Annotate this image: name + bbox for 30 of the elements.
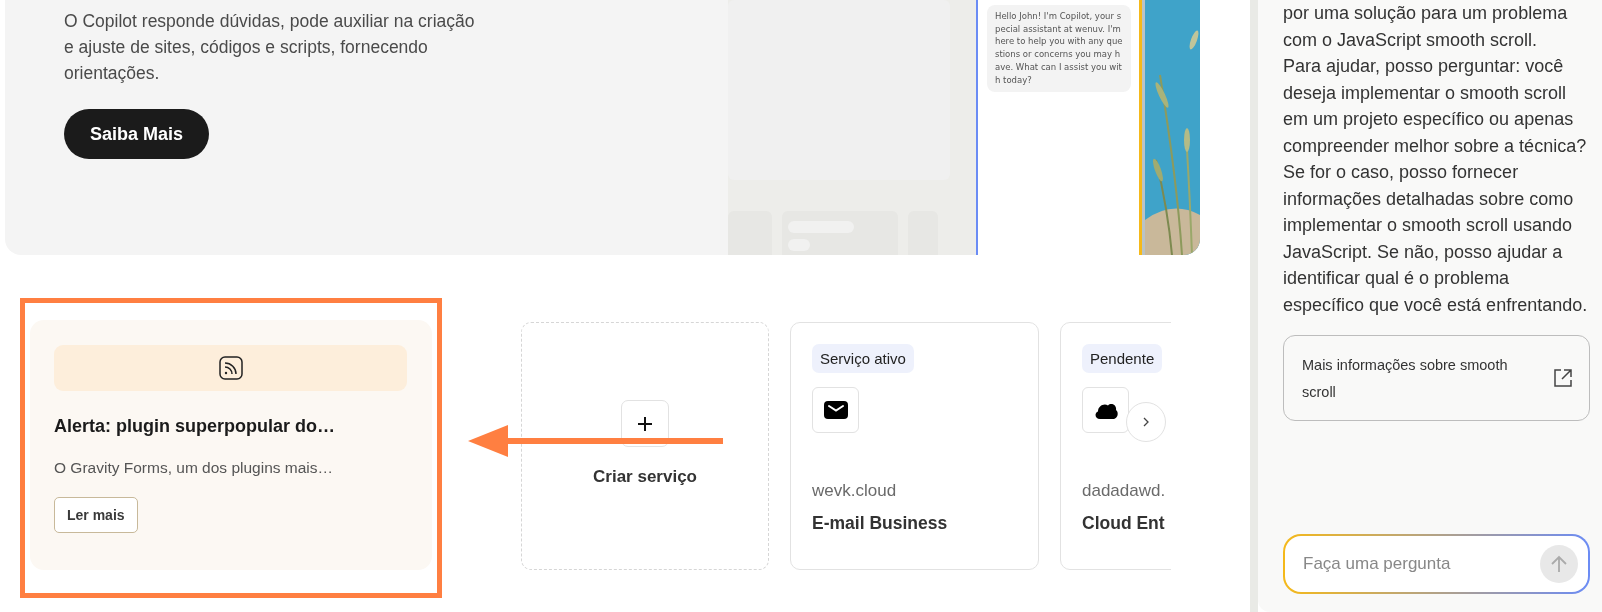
arrow-up-icon xyxy=(1551,555,1567,573)
service-card[interactable]: Serviço ativo wevk.cloud E-mail Business xyxy=(790,322,1039,570)
send-button[interactable] xyxy=(1540,545,1578,583)
service-domain: dadadawd. xyxy=(1082,481,1166,501)
assistant-message: Para ajudar, posso perguntar: você deseja implementar o smooth scroll em um projeto específico ou apenas compreender melhor sobre a técnica? xyxy=(1283,55,1588,158)
news-excerpt: O Gravity Forms, um dos plugins mais… xyxy=(54,459,334,477)
create-service-label: Criar serviço xyxy=(593,467,697,487)
create-service-card[interactable]: Criar serviço xyxy=(521,322,769,570)
service-domain: wevk.cloud xyxy=(812,481,897,501)
external-link-icon xyxy=(1553,368,1573,388)
question-field[interactable]: Faça uma pergunta xyxy=(1301,553,1540,575)
service-name: Cloud Ent xyxy=(1082,513,1165,534)
status-badge: Pendente xyxy=(1082,344,1163,373)
cloud-icon xyxy=(1093,401,1118,419)
assistant-message: por uma solução para um problema com o JavaScript smooth scroll. xyxy=(1283,2,1569,52)
plus-icon xyxy=(638,416,652,431)
chat-message: Hello John! I'm Copilot, your special assistant at wenuv. I'm here to help you with any questions or concerns you may have. What can I assist you with today? xyxy=(987,5,1131,93)
hero-description: O Copilot responde dúvidas, pode auxiliar na criação e ajuste de sites, códigos e scripts, fornecendo orientações. xyxy=(64,10,476,85)
assistant-message: Se for o caso, posso fornecer informações detalhadas sobre como implementar o smooth scroll usando JavaScript. Se não, posso ajudar a identificar qual é o problema específico que você está enfrentando. xyxy=(1283,161,1589,317)
service-name: E-mail Business xyxy=(812,513,948,534)
more-info-link[interactable]: Mais informações sobre smooth scroll xyxy=(1283,335,1590,421)
envelope-icon xyxy=(823,401,848,419)
news-title: Alerta: plugin superpopular do… xyxy=(54,416,335,437)
next-button[interactable] xyxy=(1126,402,1166,442)
question-box[interactable]: Faça uma pergunta xyxy=(1283,534,1590,594)
chevron-right-icon xyxy=(1143,417,1149,427)
read-more-button[interactable]: Ler mais xyxy=(54,497,138,533)
rss-icon xyxy=(218,356,243,380)
learn-more-button[interactable]: Saiba Mais xyxy=(64,109,210,159)
status-badge: Serviço ativo xyxy=(812,344,914,373)
